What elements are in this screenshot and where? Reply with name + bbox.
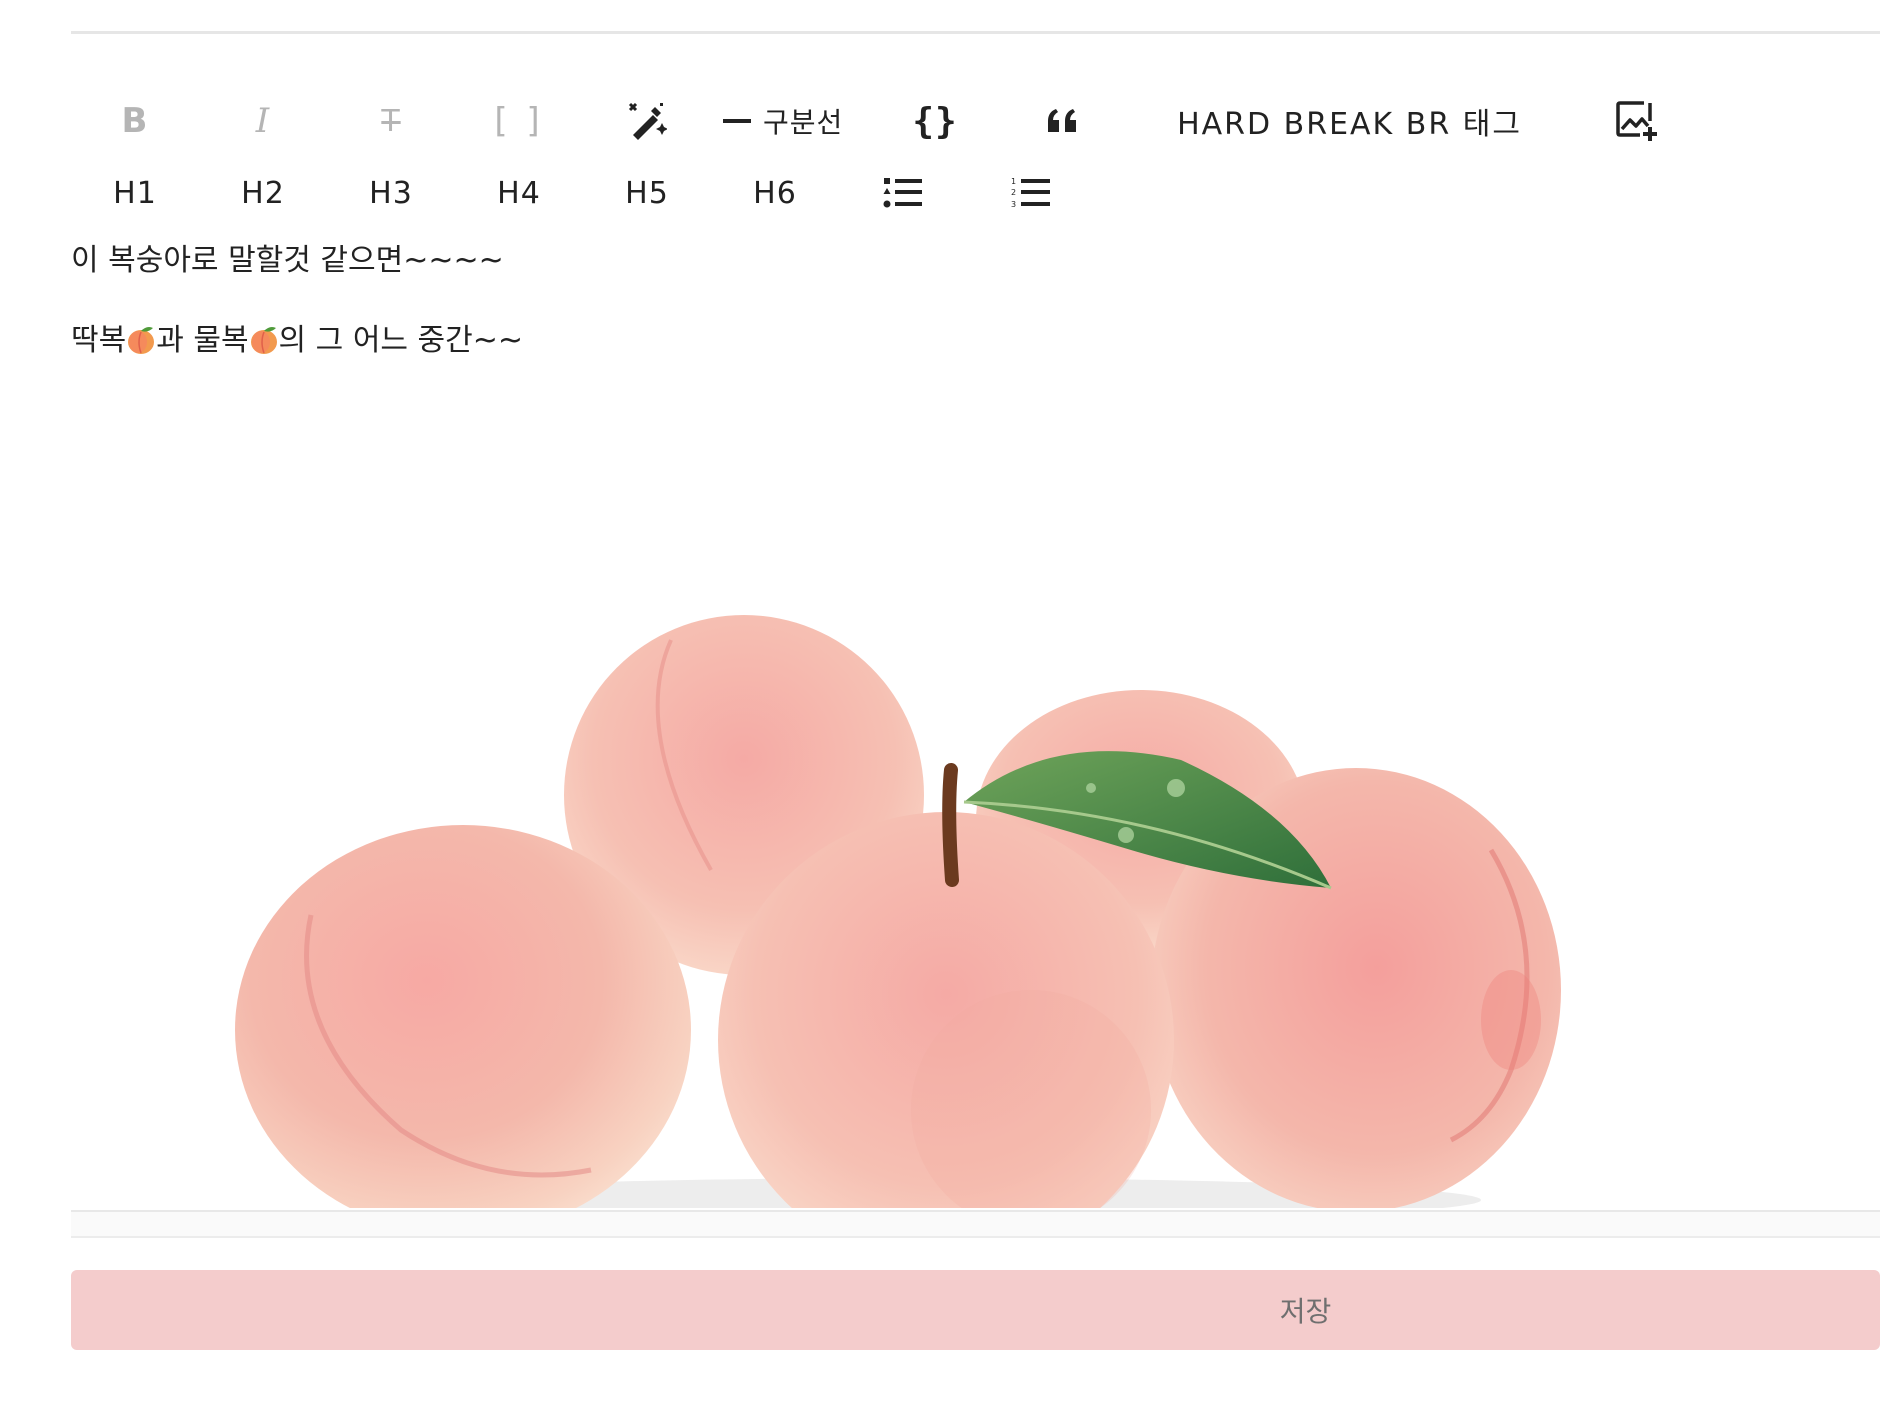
- peach-emoji-icon: [250, 327, 277, 354]
- heading-1-label: H1: [113, 175, 157, 211]
- editor-line-2-part-3: 의 그 어느 중간~~: [278, 323, 524, 358]
- svg-text:2: 2: [1011, 188, 1017, 197]
- svg-text:3: 3: [1011, 200, 1017, 209]
- brackets-icon: [ ]: [494, 101, 544, 141]
- editor-line-2-part-1: 딱복: [71, 323, 127, 358]
- editor-content[interactable]: 이 복숭아로 말할것 같으면~~~~ 딱복 과 물복 의 그 어느 중간~~: [71, 240, 1771, 362]
- toolbar-row-formatting: B I T [ ] 구분선 {} HARD BREAK BR 태그: [71, 96, 1700, 146]
- save-button-label: 저장: [1279, 1295, 1332, 1328]
- strike-button[interactable]: T: [327, 96, 455, 146]
- toolbar-row-headings: H1 H2 H3 H4 H5 H6 1 2 3: [71, 168, 1095, 218]
- peach-emoji-icon: [128, 327, 155, 354]
- divider-label: 구분선: [763, 106, 844, 139]
- horizontal-rule-icon: [723, 119, 751, 123]
- ordered-list-button[interactable]: 1 2 3: [967, 168, 1095, 218]
- bullet-list-icon: [883, 178, 922, 208]
- editor-top-border: [71, 31, 1880, 34]
- hard-break-label: HARD BREAK BR 태그: [1177, 107, 1522, 142]
- heading-5-button[interactable]: H5: [583, 168, 711, 218]
- code-block-button[interactable]: {}: [871, 96, 999, 146]
- heading-4-button[interactable]: H4: [455, 168, 583, 218]
- editor-paragraph: 딱복 과 물복 의 그 어느 중간~~: [71, 320, 1771, 362]
- divider-button[interactable]: 구분선: [711, 96, 871, 146]
- heading-3-label: H3: [369, 175, 413, 211]
- brackets-button[interactable]: [ ]: [455, 96, 583, 146]
- magic-wand-icon: [628, 102, 667, 140]
- editor-paragraph: 이 복숭아로 말할것 같으면~~~~: [71, 240, 1771, 282]
- heading-6-button[interactable]: H6: [711, 168, 839, 218]
- bullet-list-button[interactable]: [839, 168, 967, 218]
- bold-icon: B: [121, 101, 149, 141]
- quote-icon: [1048, 109, 1076, 132]
- heading-2-button[interactable]: H2: [199, 168, 327, 218]
- code-braces-icon: {}: [912, 100, 958, 142]
- italic-icon: I: [255, 101, 271, 141]
- save-button[interactable]: 저장: [71, 1270, 1880, 1350]
- editor-bottom-border: [71, 1210, 1880, 1238]
- italic-button[interactable]: I: [199, 96, 327, 146]
- heading-3-button[interactable]: H3: [327, 168, 455, 218]
- heading-5-label: H5: [625, 175, 669, 211]
- peaches-photo[interactable]: [71, 470, 1671, 1208]
- heading-4-label: H4: [497, 175, 541, 211]
- svg-text:1: 1: [1011, 177, 1017, 186]
- blockquote-button[interactable]: [999, 96, 1127, 146]
- editor-line-1: 이 복숭아로 말할것 같으면~~~~: [71, 243, 504, 278]
- bold-button[interactable]: B: [71, 96, 199, 146]
- heading-2-label: H2: [241, 175, 285, 211]
- strikethrough-icon: T: [381, 103, 401, 139]
- ordered-list-icon: 1 2 3: [1011, 177, 1050, 209]
- add-image-icon: [1616, 101, 1657, 141]
- hard-break-button[interactable]: HARD BREAK BR 태그: [1127, 96, 1572, 146]
- peaches-illustration: [71, 470, 1671, 1208]
- heading-6-label: H6: [753, 175, 797, 211]
- magic-wand-button[interactable]: [583, 96, 711, 146]
- heading-1-button[interactable]: H1: [71, 168, 199, 218]
- editor-line-2-part-2: 과 물복: [156, 323, 249, 358]
- add-image-button[interactable]: [1572, 96, 1700, 146]
